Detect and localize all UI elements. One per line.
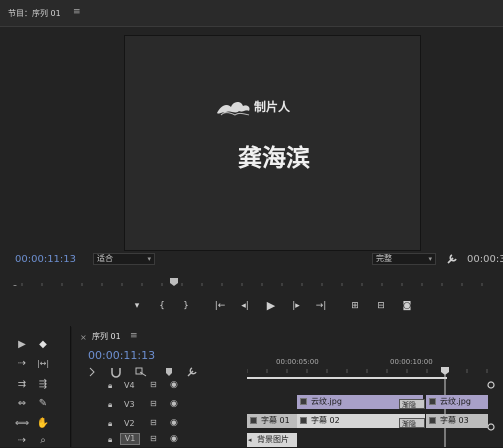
panel-menu-icon[interactable]: ≡ (73, 7, 81, 17)
timeline-timecode[interactable]: 00:00:11:13 (88, 349, 155, 362)
close-tab-icon[interactable]: × (80, 333, 87, 342)
eye-icon[interactable]: ◉ (170, 399, 178, 409)
play-button[interactable]: ▶ (264, 299, 278, 313)
clip-label: 背景图片 (257, 435, 289, 444)
mark-in-button[interactable]: ▾ (130, 299, 144, 313)
eye-icon[interactable]: ◉ (170, 418, 178, 428)
fx-badge-icon (429, 417, 436, 424)
duration-timecode: 00:00:3 (467, 254, 503, 265)
rate-stretch-icon[interactable]: |↔| (33, 357, 53, 371)
clip-label: 字幕 01 (261, 416, 290, 425)
ripple-edit-icon[interactable]: ⇢ (14, 357, 30, 371)
transition-label: 渐隐 (402, 420, 416, 428)
program-timecode[interactable]: 00:00:11:13 (15, 254, 76, 265)
add-marker-icon (166, 368, 172, 376)
title-overlay-small: 制片人 (254, 100, 291, 114)
cloud-logo-icon (217, 101, 250, 116)
pen-icon[interactable]: ✎ (35, 397, 51, 411)
wrench-icon[interactable] (446, 253, 458, 265)
clip-v1-background[interactable]: ◂ 背景图片 (247, 433, 297, 447)
linked-selection-icon (135, 367, 147, 377)
track-label[interactable]: V1 (120, 433, 140, 445)
slide-icon[interactable]: ⇔ (14, 397, 30, 411)
tab-sequence-01[interactable]: 序列 01 (92, 331, 121, 342)
fx-badge-icon (300, 417, 307, 424)
sync-lock-icon[interactable]: ⊟ (150, 418, 157, 427)
ruler-label-5s: 00:00:05:00 (276, 358, 319, 366)
selection-tool-icon[interactable]: ▶ (14, 338, 30, 352)
brace-right-button[interactable]: } (179, 299, 193, 313)
razor-icon[interactable]: ⟺ (14, 417, 30, 431)
clip-label: 云纹.jpg (440, 397, 471, 406)
transport-controls: ▾ { } |← ◂| ▶ |▸ →| ⊞ ⊟ ◙ (128, 299, 418, 313)
transition-label: 渐隐 (402, 401, 416, 409)
rolling-edit-icon[interactable]: ⇉ (14, 378, 30, 392)
snap-icon (111, 368, 121, 378)
lock-icon[interactable]: 🔒︎ (108, 381, 112, 391)
program-panel-header: 节目：序列 01 ≡ (0, 0, 503, 27)
fit-select-value: 适合 (97, 254, 113, 263)
clip-v2-title-01[interactable]: 字幕 01 (247, 414, 297, 428)
clip-label: 字幕 02 (311, 416, 340, 425)
track-select-icon[interactable]: ◆ (35, 338, 51, 352)
lock-icon[interactable]: 🔒︎ (108, 435, 112, 445)
clip-edge-icon: ◂ (248, 436, 252, 444)
fx-badge-icon (300, 398, 307, 405)
zoom-icon[interactable]: ⌕ (35, 434, 51, 448)
extract-button[interactable]: ⊟ (374, 299, 388, 313)
fx-badge-icon (250, 417, 257, 424)
clip-v3-cloud-2[interactable]: 云纹.jpg (426, 395, 488, 409)
timeline-menu-icon[interactable]: ≡ (130, 331, 138, 341)
track-header-v2: 🔒︎ V2 ⊟ ◉ (72, 416, 247, 431)
clip-label: 字幕 03 (440, 416, 469, 425)
chevron-down-icon: ▾ (147, 255, 151, 263)
track-header-v4: 🔒︎ V4 ⊟ ◉ (72, 378, 247, 393)
type-icon[interactable]: ⇢ (14, 434, 30, 448)
lock-icon[interactable]: 🔒︎ (108, 419, 112, 429)
go-to-out-button[interactable]: →| (314, 299, 328, 313)
go-to-in-button[interactable]: |← (213, 299, 227, 313)
transition-fade-v3[interactable]: 渐隐 (399, 399, 425, 409)
lift-button[interactable]: ⊞ (348, 299, 362, 313)
brace-left-button[interactable]: { (155, 299, 169, 313)
step-forward-button[interactable]: |▸ (289, 299, 303, 313)
ruler-label-10s: 00:00:10:00 (390, 358, 433, 366)
chevron-down-icon: ▾ (428, 255, 432, 263)
hand-icon[interactable]: ✋ (35, 417, 51, 431)
quality-select[interactable]: 完整 ▾ (372, 253, 436, 265)
track-header-v1: 🔒︎ V1 ⊟ ◉ (72, 432, 247, 447)
sync-lock-icon[interactable]: ⊟ (150, 380, 157, 389)
wrench-icon (187, 367, 197, 377)
eye-icon[interactable]: ◉ (170, 380, 178, 390)
track-label: V2 (124, 419, 135, 428)
track-label: V3 (124, 400, 135, 409)
tools-panel: ▶ ◆ ⇢ |↔| ⇉ ⇶ ⇔ ✎ ⟺ ✋ ⇢ ⌕ (0, 326, 71, 447)
transition-fade-v2[interactable]: 渐隐 (399, 418, 425, 428)
track-label: V4 (124, 381, 135, 390)
clip-v2-title-03[interactable]: 字幕 03 (426, 414, 488, 428)
quality-select-value: 完整 (376, 254, 392, 263)
nest-icon (89, 367, 95, 377)
lock-icon[interactable]: 🔒︎ (108, 400, 112, 410)
sync-lock-icon[interactable]: ⊟ (150, 434, 157, 443)
sync-lock-icon[interactable]: ⊟ (150, 399, 157, 408)
title-overlay-big: 龚海滨 (238, 143, 310, 172)
eye-icon[interactable]: ◉ (170, 434, 178, 444)
clip-label: 云纹.jpg (311, 397, 342, 406)
export-frame-button[interactable]: ◙ (400, 299, 414, 313)
program-panel-title: 节目：序列 01 (8, 9, 61, 18)
step-back-button[interactable]: ◂| (238, 299, 252, 313)
fx-badge-icon (429, 398, 436, 405)
slip-icon[interactable]: ⇶ (35, 378, 51, 392)
timeline-toolbar (89, 367, 197, 378)
track-header-v3: 🔒︎ V3 ⊟ ◉ (72, 397, 247, 412)
program-time-ruler[interactable] (12, 278, 503, 286)
fit-select[interactable]: 适合 ▾ (93, 253, 155, 265)
